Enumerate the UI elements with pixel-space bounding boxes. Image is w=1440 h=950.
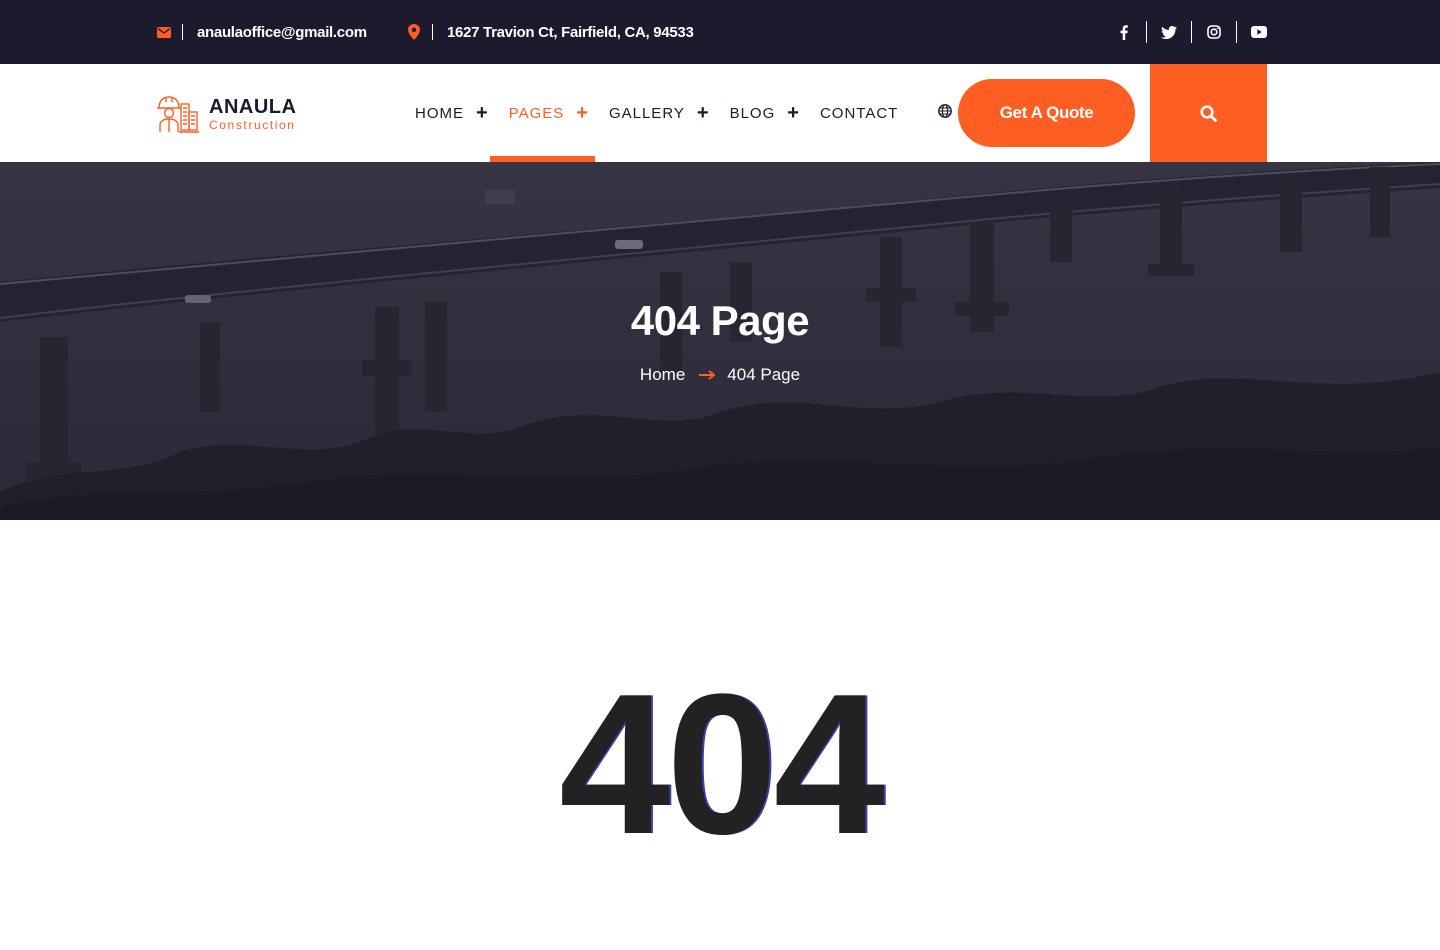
error-code: 404 (559, 653, 885, 876)
nav-item-gallery[interactable]: GALLERY + (609, 64, 710, 162)
nav-item-label: GALLERY (608, 104, 685, 122)
envelope-icon (156, 24, 172, 40)
breadcrumb-home-link[interactable]: Home (640, 365, 685, 385)
get-a-quote-button[interactable]: Get A Quote (958, 79, 1135, 147)
search-button[interactable] (1150, 64, 1267, 162)
globe-icon (938, 103, 953, 123)
page-banner: 404 Page Home 404 Page (0, 162, 1440, 520)
plus-icon: + (696, 102, 710, 124)
divider (1191, 21, 1192, 43)
nav-item-blog[interactable]: BLOG + (730, 64, 800, 162)
nav-item-label: HOME (415, 104, 464, 122)
email-text[interactable]: anaulaoffice@gmail.com (197, 24, 367, 41)
top-bar-address: 1627 Travion Ct, Fairfield, CA, 94533 (406, 0, 694, 64)
instagram-icon[interactable] (1203, 21, 1225, 43)
divider (432, 24, 433, 40)
map-pin-icon (406, 24, 422, 40)
page-title: 404 Page (630, 297, 810, 344)
search-icon (1200, 104, 1217, 122)
divider (1146, 21, 1147, 43)
logo-tagline: Construction (209, 118, 296, 132)
divider (182, 24, 183, 40)
nav-item-pages[interactable]: PAGES + (489, 64, 596, 162)
top-bar-email[interactable]: anaulaoffice@gmail.com (156, 0, 367, 64)
nav-item-label: BLOG (729, 104, 776, 122)
site-logo[interactable]: ANAULA Construction (155, 92, 296, 136)
logo-name: ANAULA (209, 96, 297, 118)
plus-icon: + (576, 102, 589, 124)
address-text: 1627 Travion Ct, Fairfield, CA, 94533 (447, 23, 694, 41)
plus-icon: + (476, 102, 489, 124)
breadcrumb: Home 404 Page (0, 365, 1440, 385)
top-bar: anaulaoffice@gmail.com 1627 Travion Ct, … (0, 0, 1440, 64)
twitter-icon[interactable] (1158, 21, 1180, 43)
nav-item-contact[interactable]: CONTACT (820, 64, 898, 162)
facebook-icon[interactable] (1113, 21, 1135, 43)
social-links (1113, 0, 1270, 64)
nav-item-label: CONTACT (819, 104, 899, 122)
breadcrumb-current: 404 Page (727, 365, 801, 384)
nav-item-home[interactable]: HOME + (415, 64, 489, 162)
main-nav: HOME + PAGES + GALLERY + BLOG + CONTACT … (415, 64, 976, 162)
arrow-right-icon (699, 370, 716, 380)
plus-icon: + (787, 102, 800, 124)
logo-text: ANAULA Construction (209, 96, 296, 132)
main-header: ANAULA Construction HOME + PAGES + GALLE… (0, 64, 1440, 162)
nav-item-label: PAGES (508, 104, 565, 122)
youtube-icon[interactable] (1248, 21, 1270, 43)
divider (1236, 21, 1237, 43)
construction-worker-logo-icon (157, 96, 199, 133)
